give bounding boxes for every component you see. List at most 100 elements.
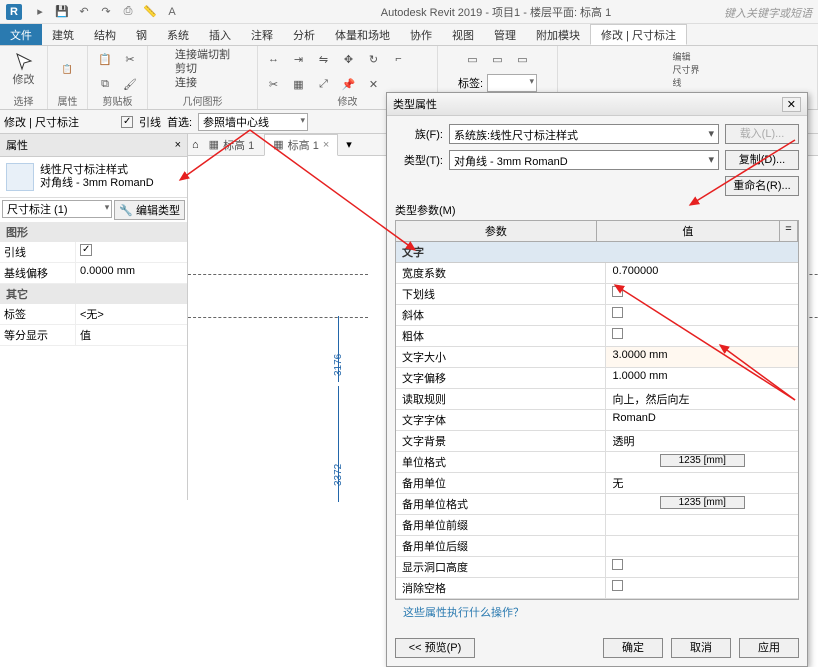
view-tab[interactable]: ▦ 标高 1 ×	[264, 134, 338, 156]
tab-systems[interactable]: 系统	[157, 24, 199, 45]
offset-icon[interactable]: ⇥	[288, 48, 310, 70]
close-icon[interactable]: ×	[323, 139, 329, 151]
family-combo[interactable]: 系统族:线性尺寸标注样式	[449, 124, 719, 144]
baseline-offset-value[interactable]: 0.0000 mm	[75, 263, 187, 283]
cancel-button[interactable]: 取消	[671, 638, 731, 658]
tab-modify-dim[interactable]: 修改 | 尺寸标注	[590, 24, 687, 45]
param-value[interactable]	[606, 557, 798, 577]
tab-annotate[interactable]: 注释	[241, 24, 283, 45]
checkbox[interactable]	[612, 328, 623, 339]
view-tab[interactable]: ▦ 标高 1	[201, 135, 263, 155]
leader-checkbox[interactable]	[121, 116, 133, 128]
search-hint[interactable]: 键入关键字或短语	[724, 5, 812, 21]
save-icon[interactable]: 💾	[54, 4, 70, 20]
group-icon[interactable]: ▭	[462, 48, 484, 70]
preview-button[interactable]: << 预览(P)	[395, 638, 475, 658]
properties-button[interactable]: 📋	[52, 48, 84, 90]
home-icon[interactable]: ⌂	[192, 139, 199, 151]
param-value[interactable]: 1235 [mm]	[606, 494, 798, 514]
group2-icon[interactable]: ▭	[487, 48, 509, 70]
edit-witness-button[interactable]: 编辑 尺寸界线	[672, 48, 704, 90]
label-combo[interactable]	[487, 74, 537, 92]
param-value[interactable]	[606, 326, 798, 346]
undo-icon[interactable]: ↶	[76, 4, 92, 20]
help-link[interactable]: 这些属性执行什么操作？	[395, 600, 799, 624]
param-value[interactable]	[606, 515, 798, 535]
move-icon[interactable]: ✥	[338, 48, 360, 70]
match-icon[interactable]: 🖌	[119, 73, 141, 95]
param-value[interactable]	[606, 578, 798, 598]
split-icon[interactable]: ✂	[263, 73, 285, 95]
scale-icon[interactable]: ⤢	[313, 73, 335, 95]
open-icon[interactable]: ▸	[32, 4, 48, 20]
tab-view[interactable]: 视图	[442, 24, 484, 45]
align-icon[interactable]: ↔	[263, 48, 285, 70]
param-value[interactable]: 1.0000 mm	[606, 368, 798, 388]
pin-icon[interactable]: 📌	[338, 73, 360, 95]
tab-collab[interactable]: 协作	[400, 24, 442, 45]
apply-button[interactable]: 应用	[739, 638, 799, 658]
rename-button[interactable]: 重命名(R)...	[725, 176, 799, 196]
cut-icon[interactable]: ✂	[119, 48, 141, 70]
rotate-icon[interactable]: ↻	[363, 48, 385, 70]
dim-text[interactable]: 3176	[333, 354, 344, 376]
checkbox[interactable]	[612, 559, 623, 570]
tab-arch[interactable]: 建筑	[42, 24, 84, 45]
paste-icon[interactable]: 📋	[94, 48, 116, 70]
copy-icon[interactable]: ⧉	[94, 73, 116, 95]
mirror-icon[interactable]: ⇋	[313, 48, 335, 70]
redo-icon[interactable]: ↷	[98, 4, 114, 20]
param-value[interactable]	[606, 284, 798, 304]
dim-text[interactable]: 3372	[333, 464, 344, 486]
param-row: 备用单位格式1235 [mm]	[396, 494, 798, 515]
print-icon[interactable]: ⎙	[120, 4, 136, 20]
prefer-combo[interactable]: 参照墙中心线	[198, 113, 308, 131]
param-value[interactable]: 无	[606, 473, 798, 493]
tab-analyze[interactable]: 分析	[283, 24, 325, 45]
tab-struct[interactable]: 结构	[84, 24, 126, 45]
tab-massing[interactable]: 体量和场地	[325, 24, 400, 45]
cut-label[interactable]: 剪切	[175, 62, 230, 76]
param-category[interactable]: 文字	[396, 242, 798, 263]
checkbox[interactable]	[612, 307, 623, 318]
close-icon[interactable]: ✕	[782, 97, 801, 112]
ok-button[interactable]: 确定	[603, 638, 663, 658]
param-value[interactable]: 3.0000 mm	[606, 347, 798, 367]
format-button[interactable]: 1235 [mm]	[660, 454, 745, 467]
trim-icon[interactable]: ⌐	[388, 48, 410, 70]
param-value[interactable]: 向上，然后向左	[606, 389, 798, 409]
type-combo[interactable]: 对角线 - 3mm RomanD	[449, 150, 719, 170]
tab-steel[interactable]: 钢	[126, 24, 157, 45]
dialog-titlebar[interactable]: 类型属性 ✕	[387, 93, 807, 116]
leader-prop-check[interactable]	[80, 244, 92, 256]
tab-addins[interactable]: 附加模块	[526, 24, 590, 45]
param-value[interactable]: 透明	[606, 431, 798, 451]
modify-button[interactable]: 修改	[8, 48, 40, 90]
format-button[interactable]: 1235 [mm]	[660, 496, 745, 509]
param-value[interactable]	[606, 536, 798, 556]
duplicate-button[interactable]: 复制(D)...	[725, 150, 799, 170]
checkbox[interactable]	[612, 286, 623, 297]
measure-icon[interactable]: 📏	[142, 4, 158, 20]
param-value[interactable]: 0.700000	[606, 263, 798, 283]
tab-insert[interactable]: 插入	[199, 24, 241, 45]
param-value[interactable]: 1235 [mm]	[606, 452, 798, 472]
tab-file[interactable]: 文件	[0, 24, 42, 45]
close-icon[interactable]: ×	[175, 139, 181, 151]
label-prop-value[interactable]: <无>	[75, 304, 187, 324]
cope-label[interactable]: 连接端切割	[175, 48, 230, 62]
edit-type-button[interactable]: 🔧 编辑类型	[114, 200, 185, 220]
text-icon[interactable]: A	[164, 4, 180, 20]
checkbox[interactable]	[612, 580, 623, 591]
delete-icon[interactable]: ✕	[363, 73, 385, 95]
filter-combo[interactable]: 尺寸标注 (1)	[2, 200, 112, 218]
dropdown-icon[interactable]: ▾	[346, 138, 352, 151]
join-label[interactable]: 连接	[175, 76, 230, 90]
tab-manage[interactable]: 管理	[484, 24, 526, 45]
param-value[interactable]: RomanD	[606, 410, 798, 430]
group3-icon[interactable]: ▭	[512, 48, 534, 70]
type-selector[interactable]: 线性尺寸标注样式 对角线 - 3mm RomanD	[0, 157, 187, 198]
equality-prop-value[interactable]: 值	[75, 325, 187, 345]
array-icon[interactable]: ▦	[288, 73, 310, 95]
param-value[interactable]	[606, 305, 798, 325]
